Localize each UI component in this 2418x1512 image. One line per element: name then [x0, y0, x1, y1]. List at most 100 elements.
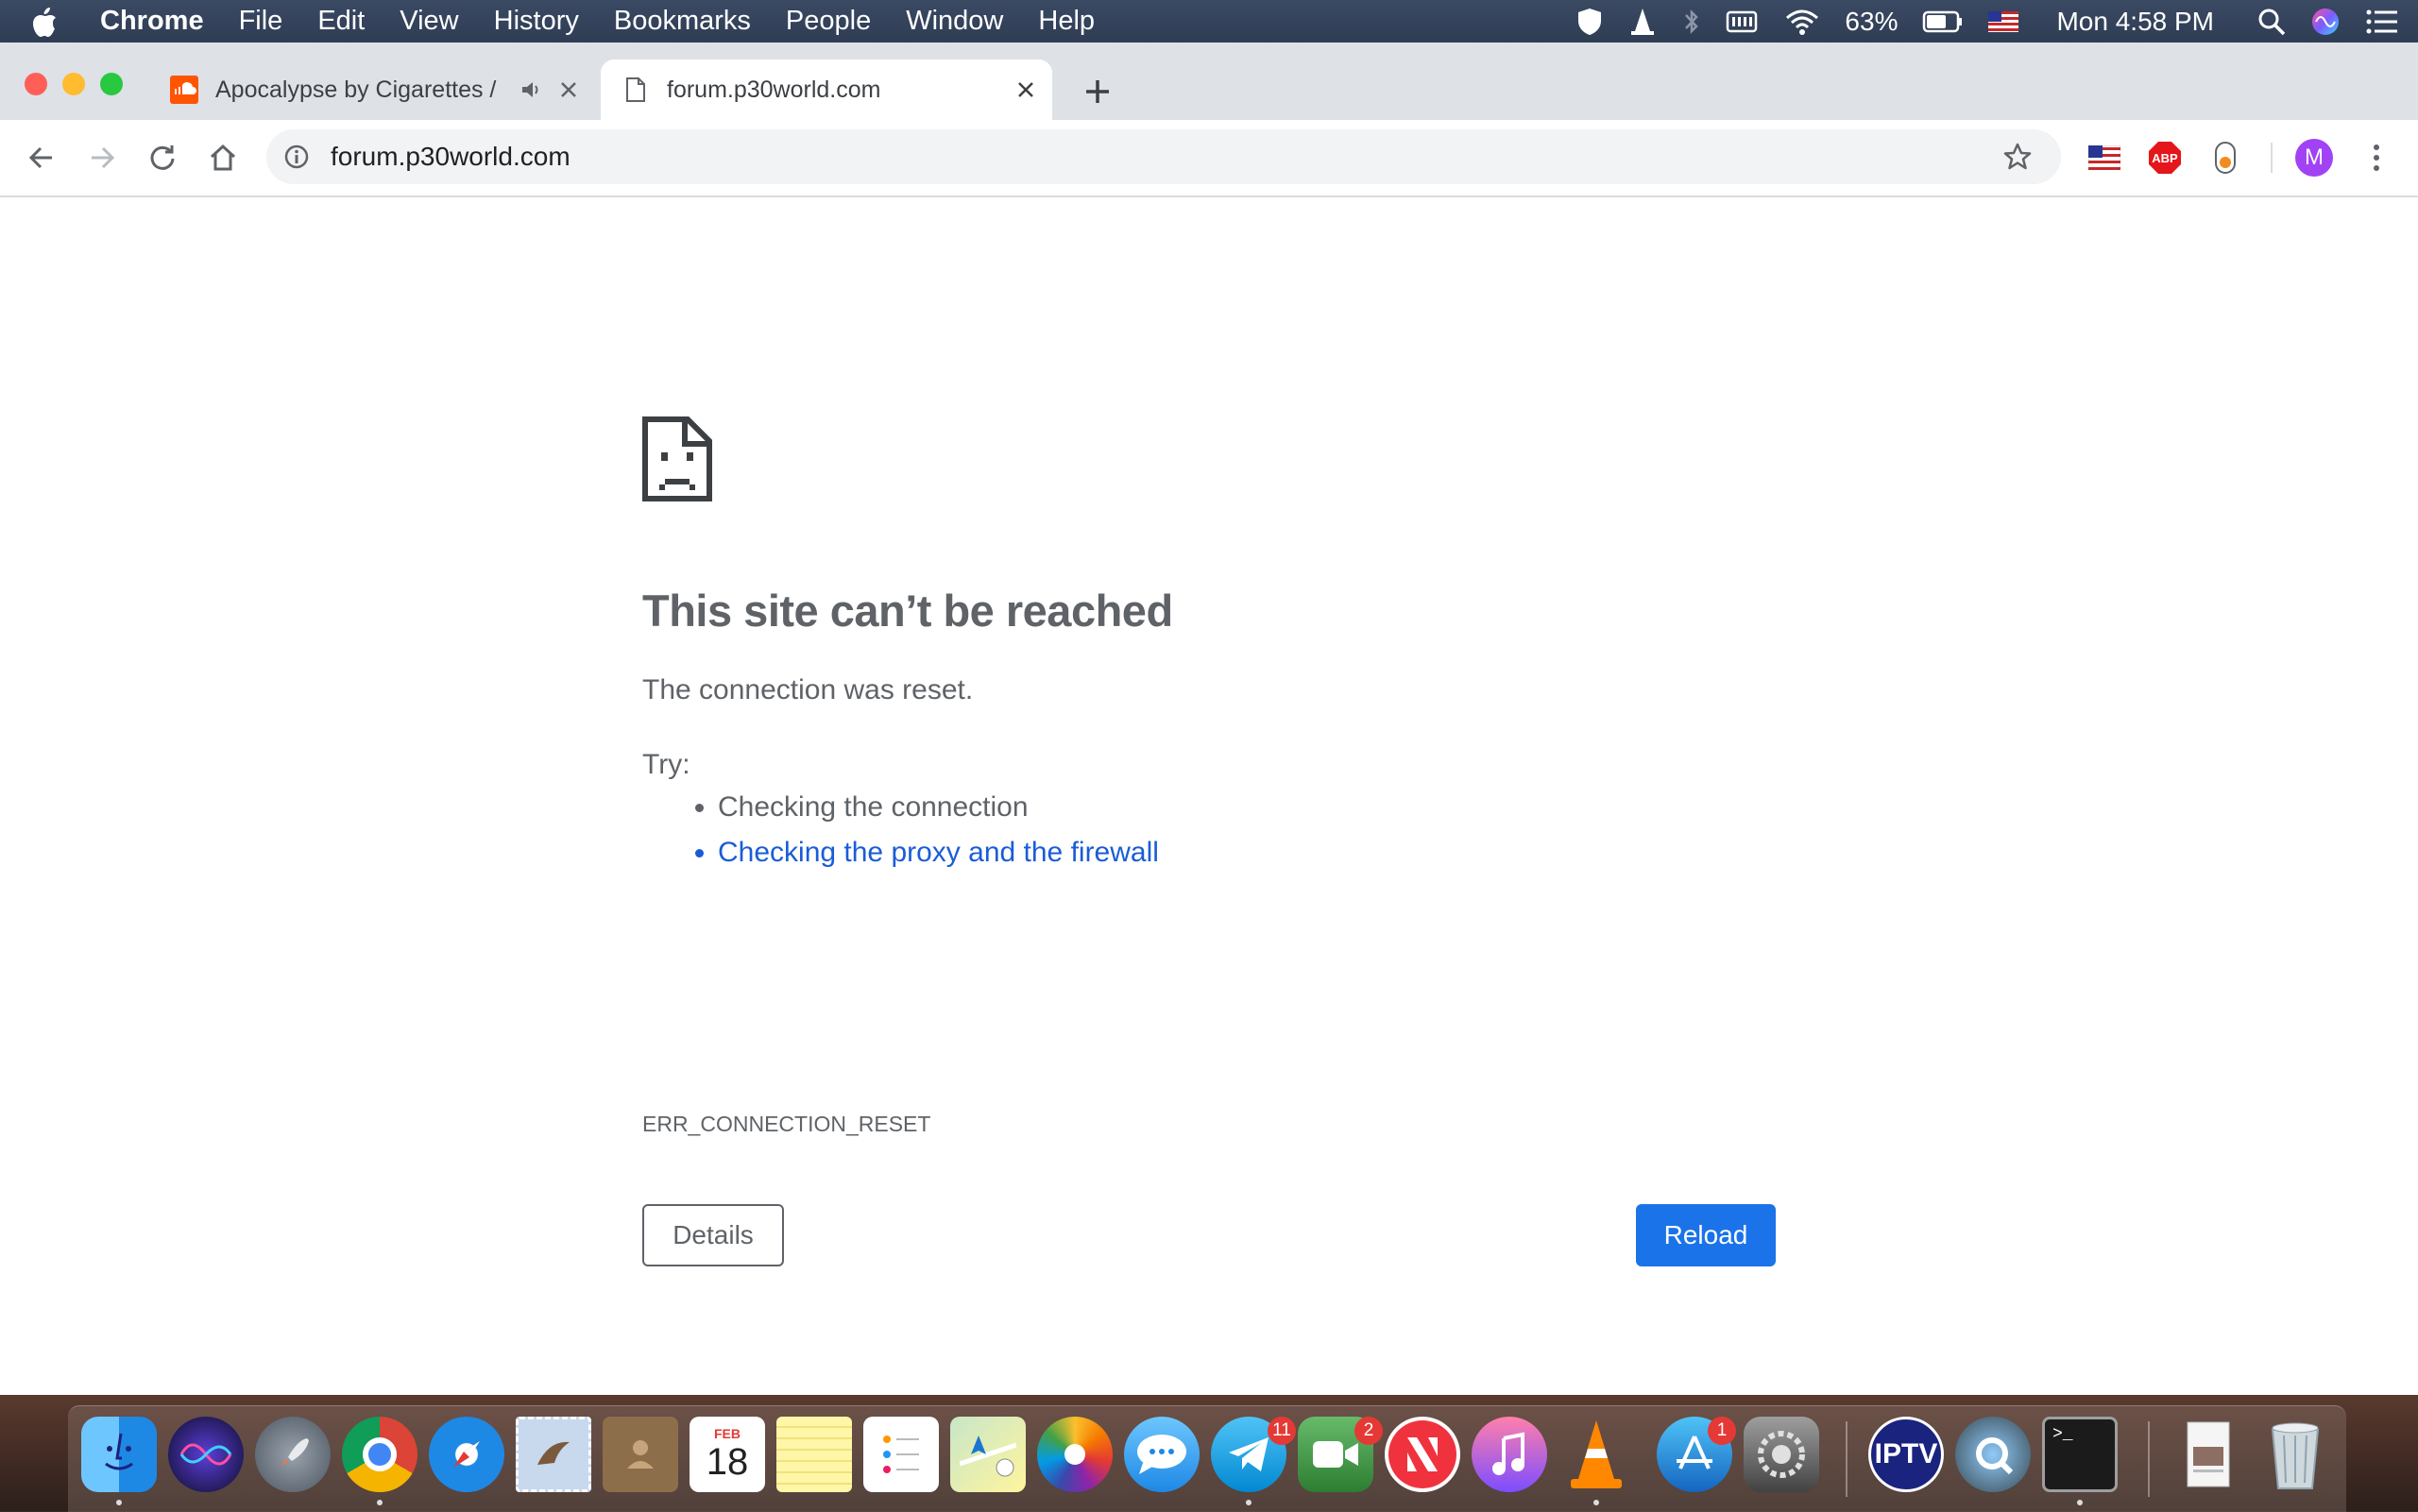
menu-window[interactable]: Window: [906, 6, 1003, 37]
browser-toolbar: forum.p30world.com ABP M: [0, 120, 2418, 197]
flag-extension-icon[interactable]: [2084, 137, 2125, 178]
toggle-extension-icon[interactable]: [2205, 137, 2246, 178]
battery-percent[interactable]: 63%: [1845, 7, 1898, 37]
iptv-icon[interactable]: IPTV: [1868, 1417, 1944, 1492]
siri-dock-icon[interactable]: [168, 1417, 244, 1492]
menu-history[interactable]: History: [494, 6, 579, 37]
running-indicator: [116, 1500, 122, 1505]
chrome-dock-icon[interactable]: [342, 1417, 417, 1492]
close-window-button[interactable]: [25, 73, 47, 95]
suggestion-link[interactable]: Checking the proxy and the firewall: [718, 830, 1159, 875]
contacts-icon[interactable]: [603, 1417, 678, 1492]
keyboard-battery-icon[interactable]: [1726, 8, 1760, 35]
mail-stamp-icon[interactable]: [516, 1417, 591, 1492]
error-heading: This site can’t be reached: [642, 586, 1173, 636]
shield-icon[interactable]: [1576, 7, 1603, 37]
error-code: ERR_CONNECTION_RESET: [642, 1112, 931, 1136]
terminal-icon[interactable]: >_: [2042, 1417, 2118, 1492]
menu-file[interactable]: File: [239, 6, 283, 37]
battery-icon[interactable]: [1922, 10, 1964, 33]
quicktime-icon[interactable]: [1955, 1417, 2031, 1492]
bluetooth-icon[interactable]: [1682, 7, 1701, 37]
home-button[interactable]: [200, 135, 246, 180]
finder-icon[interactable]: [81, 1417, 157, 1492]
status-area: 63% Mon 4:58 PM: [1576, 0, 2399, 42]
system-preferences-icon[interactable]: [1744, 1417, 1819, 1492]
wifi-icon[interactable]: [1784, 8, 1820, 36]
profile-avatar[interactable]: M: [2293, 137, 2335, 178]
tab-soundcloud[interactable]: Apocalypse by Cigarettes /: [161, 59, 595, 120]
running-indicator: [1593, 1500, 1599, 1505]
adblock-plus-icon[interactable]: ABP: [2144, 137, 2186, 178]
avatar-initial: M: [2295, 139, 2333, 177]
running-indicator: [1246, 1500, 1252, 1505]
close-tab-icon[interactable]: [550, 71, 587, 109]
photos-icon[interactable]: [1037, 1417, 1113, 1492]
macos-menu-bar: Chrome File Edit View History Bookmarks …: [0, 0, 2418, 42]
address-bar[interactable]: forum.p30world.com: [266, 129, 2061, 184]
tab-title: Apocalypse by Cigarettes /: [215, 76, 497, 103]
back-button[interactable]: [19, 135, 64, 180]
tab-title: forum.p30world.com: [667, 76, 881, 103]
maps-icon[interactable]: [950, 1417, 1026, 1492]
chrome-menu-icon[interactable]: [2356, 137, 2397, 178]
toolbar-divider: [2271, 143, 2273, 173]
minimize-window-button[interactable]: [62, 73, 85, 95]
bookmark-star-icon[interactable]: [2002, 142, 2040, 172]
menu-clock[interactable]: Mon 4:58 PM: [2056, 7, 2214, 37]
site-info-icon[interactable]: [283, 144, 317, 170]
vlc-cone-icon[interactable]: [1627, 7, 1658, 37]
launchpad-icon[interactable]: [255, 1417, 331, 1492]
page-icon: [622, 76, 650, 104]
sad-page-icon: [642, 416, 712, 506]
close-tab-icon[interactable]: [1007, 71, 1045, 109]
menu-view[interactable]: View: [400, 6, 458, 37]
dock-separator: [2148, 1421, 2150, 1497]
news-icon[interactable]: [1385, 1417, 1460, 1492]
vlc-icon[interactable]: [1558, 1417, 1634, 1492]
news-inner-icon: [1388, 1420, 1456, 1488]
iptv-label: IPTV: [1874, 1438, 1938, 1470]
zoom-window-button[interactable]: [100, 73, 123, 95]
speaker-icon[interactable]: [518, 76, 546, 104]
document-stack-icon[interactable]: [2171, 1417, 2246, 1492]
soundcloud-icon: [170, 76, 198, 104]
app-store-badge: 1: [1708, 1417, 1736, 1445]
tab-p30world[interactable]: forum.p30world.com: [601, 59, 1052, 120]
chrome-center-icon: [363, 1437, 397, 1471]
messages-icon[interactable]: [1124, 1417, 1200, 1492]
itunes-icon[interactable]: [1472, 1417, 1547, 1492]
reload-button[interactable]: Reload: [1636, 1204, 1776, 1266]
error-description: The connection was reset.: [642, 674, 974, 705]
chrome-window: Apocalypse by Cigarettes / forum.p30worl…: [0, 42, 2418, 1395]
safari-icon[interactable]: [429, 1417, 504, 1492]
calendar-icon[interactable]: FEB 18: [690, 1417, 765, 1492]
menu-help[interactable]: Help: [1038, 6, 1095, 37]
forward-button[interactable]: [79, 135, 125, 180]
url-text[interactable]: forum.p30world.com: [331, 142, 2002, 172]
try-label: Try:: [642, 749, 690, 780]
facetime-badge: 2: [1354, 1417, 1383, 1445]
trash-icon[interactable]: [2257, 1417, 2333, 1492]
spotlight-search-icon[interactable]: [2257, 8, 2286, 36]
tab-strip: Apocalypse by Cigarettes / forum.p30worl…: [0, 42, 2418, 120]
notes-icon[interactable]: [776, 1417, 852, 1492]
menu-bookmarks[interactable]: Bookmarks: [614, 6, 751, 37]
siri-icon[interactable]: [2310, 7, 2341, 37]
running-indicator: [377, 1500, 383, 1505]
notification-center-icon[interactable]: [2365, 8, 2399, 35]
new-tab-button[interactable]: [1077, 71, 1118, 112]
photos-center-icon: [1064, 1444, 1085, 1465]
menu-app-name[interactable]: Chrome: [100, 6, 204, 37]
us-flag-icon[interactable]: [1988, 10, 2019, 32]
apple-icon[interactable]: [30, 6, 77, 38]
reload-icon[interactable]: [140, 135, 185, 180]
running-indicator: [2077, 1500, 2083, 1505]
menu-people[interactable]: People: [786, 6, 871, 37]
reminders-icon[interactable]: [863, 1417, 939, 1492]
details-button[interactable]: Details: [642, 1204, 784, 1266]
menu-edit[interactable]: Edit: [317, 6, 365, 37]
error-page: This site can’t be reached The connectio…: [0, 197, 2418, 1395]
dock-separator: [1846, 1421, 1848, 1497]
calendar-day: 18: [706, 1441, 749, 1483]
